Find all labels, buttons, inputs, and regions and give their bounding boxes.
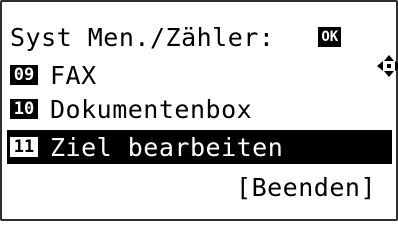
four-way-arrow-icon [282, 25, 398, 77]
menu-item-label: Ziel bearbeiten [50, 132, 284, 162]
menu-item-fax[interactable]: 09 FAX [10, 58, 97, 92]
screen-title: Syst Men./Zähler: [10, 22, 275, 52]
menu-item-label: Dokumentenbox [50, 94, 253, 124]
lcd-screen: Syst Men./Zähler: OK 09 FAX 10 Dokumente… [0, 0, 398, 221]
menu-item-document-box[interactable]: 10 Dokumentenbox [10, 92, 252, 126]
ok-key-icon: OK [318, 27, 342, 47]
screen-header: Syst Men./Zähler: OK [10, 20, 398, 77]
exit-soft-key[interactable]: [Beenden] [236, 170, 376, 204]
menu-item-number: 11 [10, 137, 38, 157]
menu-item-number: 09 [10, 65, 38, 85]
menu-item-number: 10 [10, 99, 38, 119]
menu-item-edit-destination[interactable]: 11 Ziel bearbeiten [7, 130, 392, 164]
menu-item-label: FAX [50, 60, 97, 90]
